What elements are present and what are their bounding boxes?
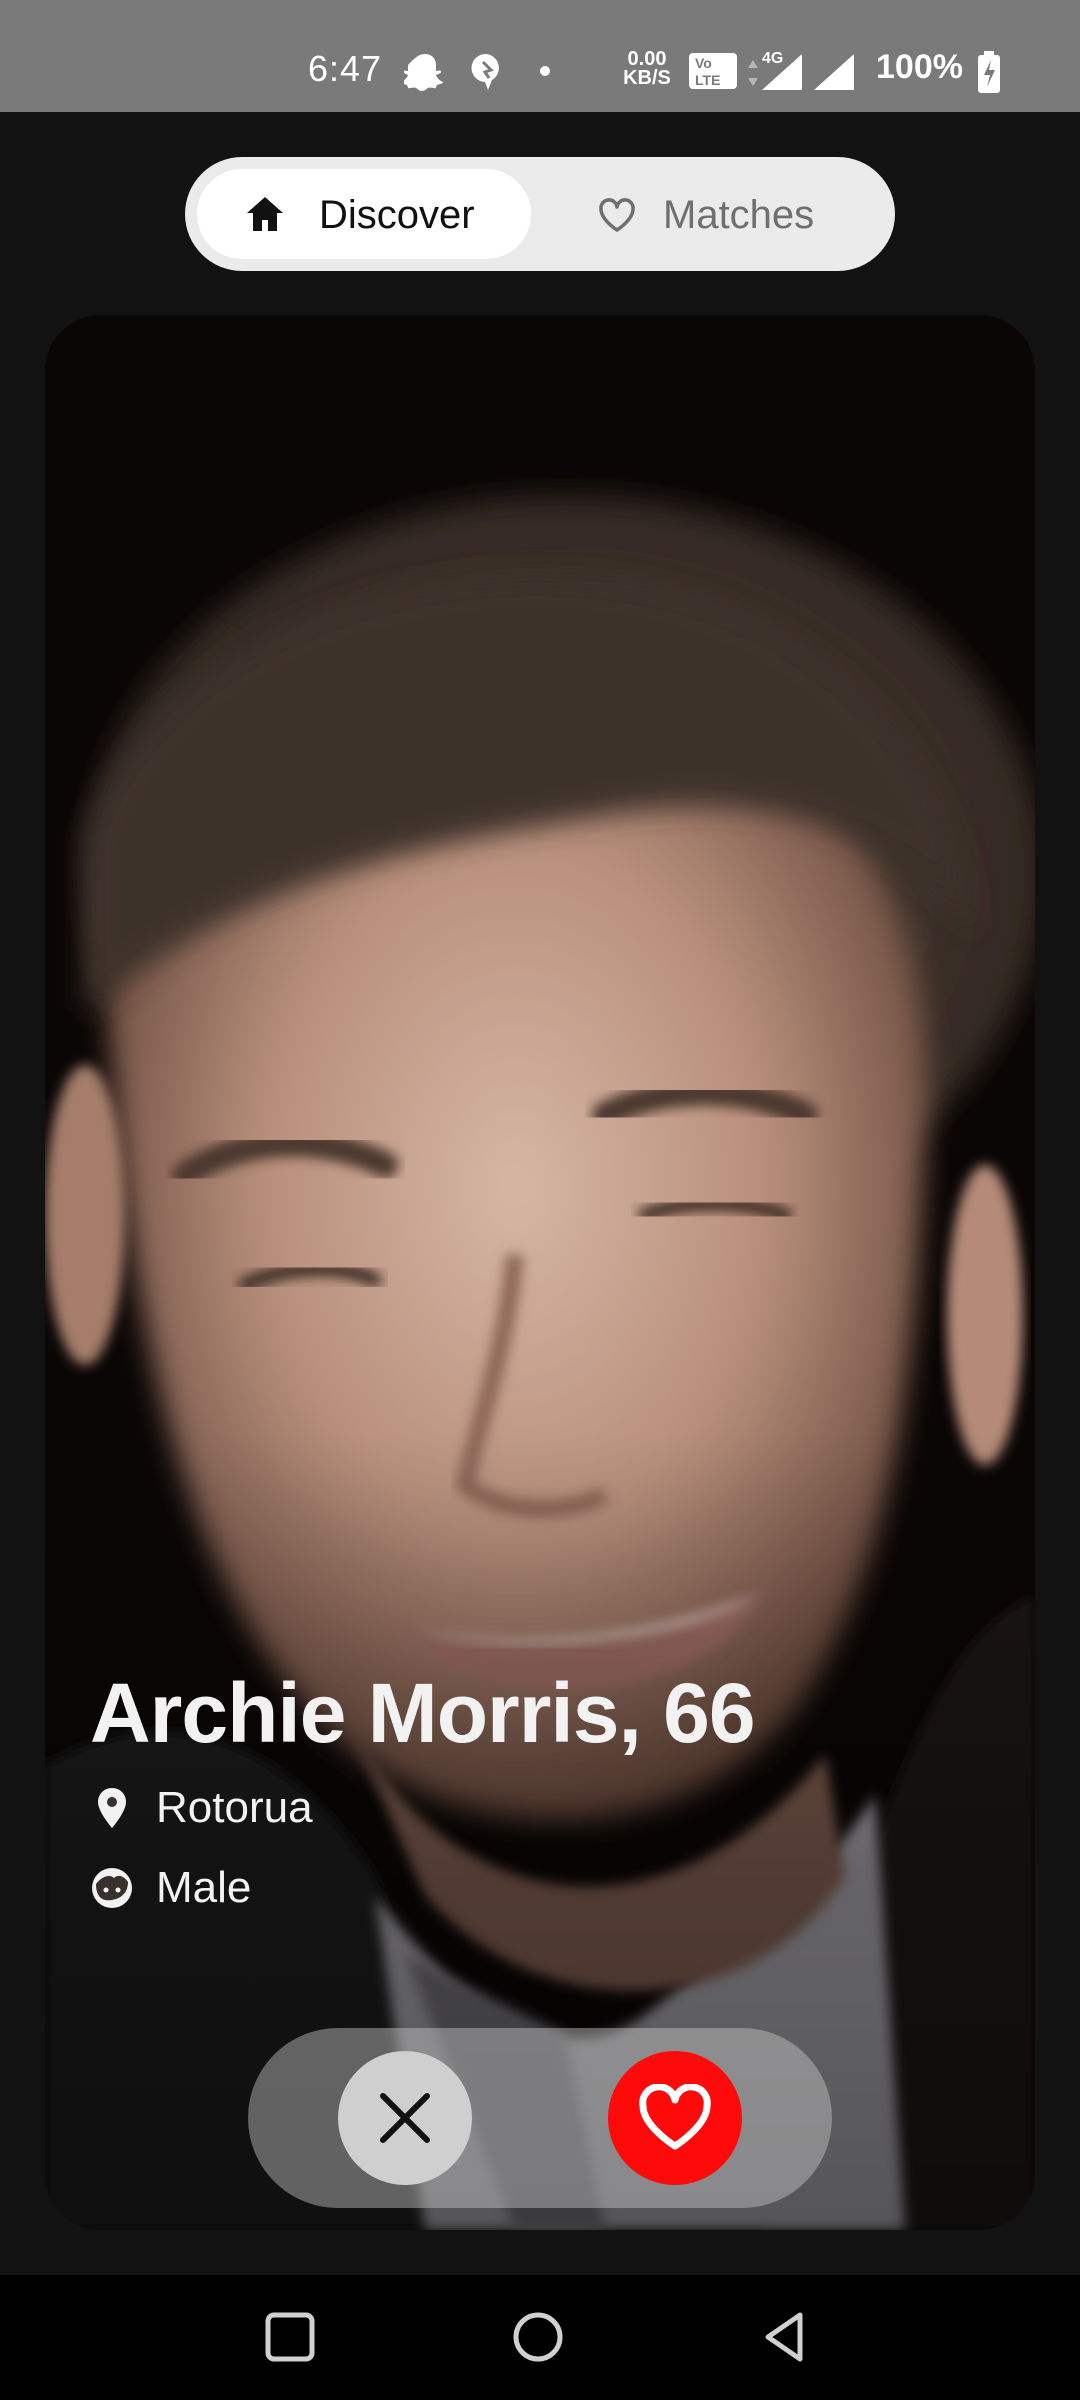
recent-apps-icon[interactable]: [258, 2305, 322, 2369]
heart-icon: [639, 2084, 711, 2150]
location-pin-icon: [98, 1788, 126, 1828]
close-icon: [380, 2093, 430, 2143]
navigation-bar: [0, 2275, 1080, 2400]
tab-discover[interactable]: Discover: [197, 169, 531, 259]
tab-matches[interactable]: Matches: [555, 169, 875, 259]
battery-charging-icon: [978, 51, 1000, 93]
tab-discover-label: Discover: [319, 193, 475, 237]
back-icon[interactable]: [754, 2305, 818, 2369]
data-arrows-icon: [748, 60, 758, 86]
profile-gender: Male: [156, 1863, 252, 1912]
view-switcher: Discover Matches: [185, 157, 895, 271]
like-button[interactable]: [608, 2051, 742, 2185]
signal-icon-2: [814, 54, 854, 90]
face-icon: [92, 1868, 132, 1908]
svg-text:LTE: LTE: [695, 72, 720, 88]
status-bar: 6:47 0.00 KB/S Vo LTE 4G 100%: [0, 0, 1080, 112]
profile-location: Rotorua: [156, 1783, 313, 1832]
profile-card[interactable]: Archie Morris, 66 Rotorua Male: [45, 315, 1035, 2230]
signal-icon-1: [762, 54, 802, 90]
heart-outline-icon: [599, 198, 635, 232]
home-circle-icon[interactable]: [506, 2305, 570, 2369]
notification-dot-icon: [540, 66, 550, 76]
status-time: 6:47: [308, 48, 383, 89]
home-icon: [247, 197, 283, 231]
action-bar: [248, 2028, 832, 2208]
location-row: Rotorua: [90, 1783, 313, 1833]
battery-percent: 100%: [876, 48, 963, 86]
gender-row: Male: [90, 1863, 251, 1913]
snapchat-icon: [404, 54, 443, 91]
network-speed: 0.00 KB/S: [623, 48, 671, 89]
volte-icon: Vo LTE: [689, 53, 737, 89]
app-notification-icon: [471, 53, 499, 90]
profile-name-age: Archie Morris, 66: [90, 1666, 756, 1760]
tab-matches-label: Matches: [663, 193, 815, 237]
svg-text:Vo: Vo: [695, 55, 712, 71]
dislike-button[interactable]: [338, 2051, 472, 2185]
